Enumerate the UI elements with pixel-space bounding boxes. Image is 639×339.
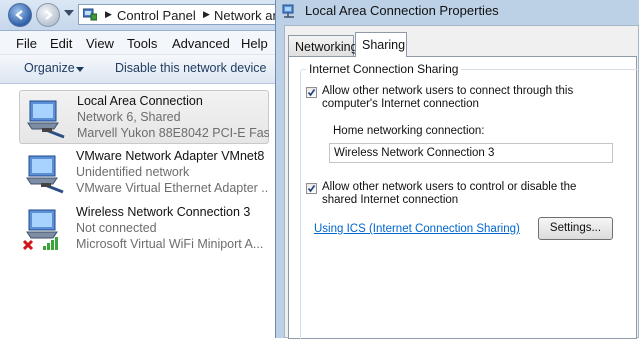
menu-help[interactable]: Help	[241, 36, 268, 51]
allow-connect-label[interactable]: Allow other network users to connect thr…	[322, 85, 577, 111]
dialog-titlebar[interactable]: Local Area Connection Properties	[276, 0, 639, 24]
list-item-local-area-connection[interactable]: Local Area Connection Network 6, Shared …	[19, 90, 269, 144]
organize-button[interactable]: Organize	[24, 61, 75, 75]
address-bar-area: ▶ Control Panel ▶ Network an	[0, 0, 280, 31]
connection-device: Marvell Yukon 88E8042 PCI-E Fast...	[77, 126, 269, 140]
checkmark-icon	[307, 185, 316, 193]
connection-status: Not connected	[76, 221, 157, 235]
network-adapter-icon	[27, 100, 65, 139]
recent-pages-dropdown[interactable]	[64, 10, 74, 16]
connection-status: Network 6, Shared	[77, 110, 181, 124]
dialog-body: Networking Sharing Internet Connection S…	[284, 25, 639, 339]
connection-name: VMware Network Adapter VMnet8	[76, 149, 265, 163]
breadcrumb-network[interactable]: Network an	[214, 8, 277, 23]
disable-device-button[interactable]: Disable this network device	[115, 61, 266, 75]
properties-dialog: Local Area Connection Properties Network…	[275, 0, 639, 339]
tab-sharing[interactable]: Sharing	[355, 32, 407, 57]
ics-group-title: Internet Connection Sharing	[306, 62, 462, 76]
connection-name: Local Area Connection	[77, 94, 203, 108]
connection-device: VMware Virtual Ethernet Adapter ...	[76, 181, 268, 195]
home-connection-field[interactable]: Wireless Network Connection 3	[329, 143, 613, 163]
connection-status: Unidentified network	[76, 165, 190, 179]
network-connection-icon	[282, 4, 294, 18]
tab-networking[interactable]: Networking	[288, 35, 358, 57]
address-box[interactable]: ▶ Control Panel ▶ Network an	[78, 4, 278, 25]
back-arrow-icon	[15, 10, 23, 20]
sharing-panel: Internet Connection Sharing Allow other …	[288, 56, 637, 339]
control-panel-icon	[83, 8, 97, 21]
ics-group-box: Internet Connection Sharing Allow other …	[300, 62, 637, 339]
forward-button[interactable]	[36, 3, 60, 27]
dialog-title: Local Area Connection Properties	[305, 3, 499, 18]
list-item-vmware-adapter[interactable]: VMware Network Adapter VMnet8 Unidentifi…	[19, 146, 269, 200]
breadcrumb-separator[interactable]: ▶	[105, 9, 112, 20]
allow-control-checkbox[interactable]	[306, 183, 317, 194]
menu-file[interactable]: File	[16, 36, 37, 51]
menu-edit[interactable]: Edit	[50, 36, 72, 51]
list-item-wireless-connection[interactable]: Wireless Network Connection 3 Not connec…	[19, 202, 269, 256]
allow-control-label[interactable]: Allow other network users to control or …	[322, 181, 577, 207]
back-button[interactable]	[8, 3, 32, 27]
breadcrumb-control-panel[interactable]: Control Panel	[117, 8, 196, 23]
ics-help-link[interactable]: Using ICS (Internet Connection Sharing)	[314, 223, 520, 235]
menu-tools[interactable]: Tools	[127, 36, 157, 51]
wireless-adapter-disconnected-icon	[23, 209, 58, 251]
menu-advanced[interactable]: Advanced	[172, 36, 230, 51]
menu-view[interactable]: View	[86, 36, 114, 51]
checkmark-icon	[307, 89, 316, 97]
connection-list: Local Area Connection Network 6, Shared …	[0, 84, 280, 338]
forward-arrow-icon	[45, 10, 53, 20]
menu-bar: File Edit View Tools Advanced Help	[0, 31, 280, 55]
home-connection-label: Home networking connection:	[333, 125, 485, 137]
network-adapter-icon	[26, 155, 64, 194]
home-connection-value: Wireless Network Connection 3	[334, 147, 495, 159]
connection-device: Microsoft Virtual WiFi Miniport A...	[76, 237, 264, 251]
allow-connect-checkbox[interactable]	[306, 87, 317, 98]
command-bar: Organize Disable this network device	[0, 55, 280, 84]
connection-name: Wireless Network Connection 3	[76, 205, 251, 219]
settings-button[interactable]: Settings...	[538, 217, 613, 240]
breadcrumb-separator[interactable]: ▶	[203, 9, 210, 20]
chevron-down-icon	[76, 67, 84, 72]
explorer-window: ▶ Control Panel ▶ Network an File Edit V…	[0, 0, 280, 338]
